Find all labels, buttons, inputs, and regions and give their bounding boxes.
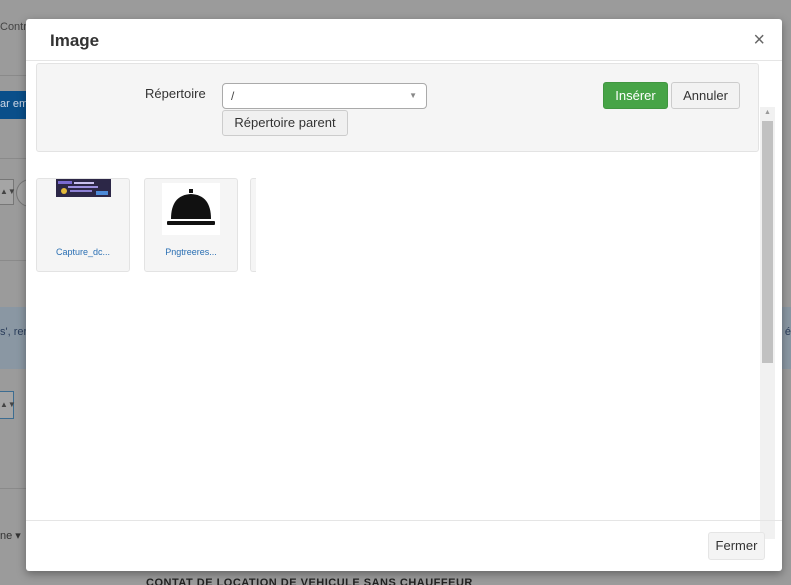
background-dropdown-partial: ne ▾ <box>0 530 21 542</box>
modal-footer: Fermer <box>26 520 782 571</box>
divider <box>0 158 26 159</box>
file-name-link[interactable]: Pngtreeres... <box>145 247 237 257</box>
modal-body: Répertoire / ▼ Répertoire parent Insérer… <box>26 61 782 539</box>
file-item[interactable]: Capture_dc... <box>36 178 130 272</box>
divider <box>0 488 26 489</box>
background-button-partial: ar em <box>0 91 26 119</box>
file-browser-toolbar: Répertoire / ▼ Répertoire parent Insérer… <box>36 63 759 152</box>
scrollbar-thumb[interactable] <box>762 121 773 363</box>
vertical-scrollbar[interactable]: ▲ ▼ <box>760 107 775 539</box>
scroll-up-icon[interactable]: ▲ <box>760 107 775 119</box>
cancel-button[interactable]: Annuler <box>671 82 740 109</box>
background-select-partial: ▲▼ <box>0 391 16 419</box>
directory-select[interactable]: / ▼ <box>222 83 427 109</box>
modal-title: Image <box>50 31 100 50</box>
insert-button[interactable]: Insérer <box>603 82 668 109</box>
chevron-down-icon: ▼ <box>409 91 417 100</box>
background-title-partial: Contr <box>0 21 27 33</box>
modal-header: Image × <box>26 19 782 61</box>
directory-select-value: / <box>231 89 235 103</box>
close-icon[interactable]: × <box>753 30 765 50</box>
file-item-partial <box>250 178 256 272</box>
divider <box>0 260 26 261</box>
background-heading: CONTAT DE LOCATION DE VEHICULE SANS CHAU… <box>146 577 473 585</box>
background-alert-text: s', rer <box>0 326 28 338</box>
background-select-partial: ▲▼ <box>0 179 16 205</box>
divider <box>0 75 26 76</box>
background-alert-text-right: é <box>784 326 791 338</box>
close-button[interactable]: Fermer <box>708 532 765 560</box>
parent-directory-button[interactable]: Répertoire parent <box>222 110 348 136</box>
screenshot-thumbnail <box>56 179 111 197</box>
service-bell-icon <box>162 183 220 235</box>
image-modal: Image × Répertoire / ▼ Répertoire parent… <box>26 19 782 571</box>
file-name-link[interactable]: Capture_dc... <box>37 247 129 257</box>
file-item[interactable]: Pngtreeres... <box>144 178 238 272</box>
directory-label: Répertoire <box>145 86 206 101</box>
